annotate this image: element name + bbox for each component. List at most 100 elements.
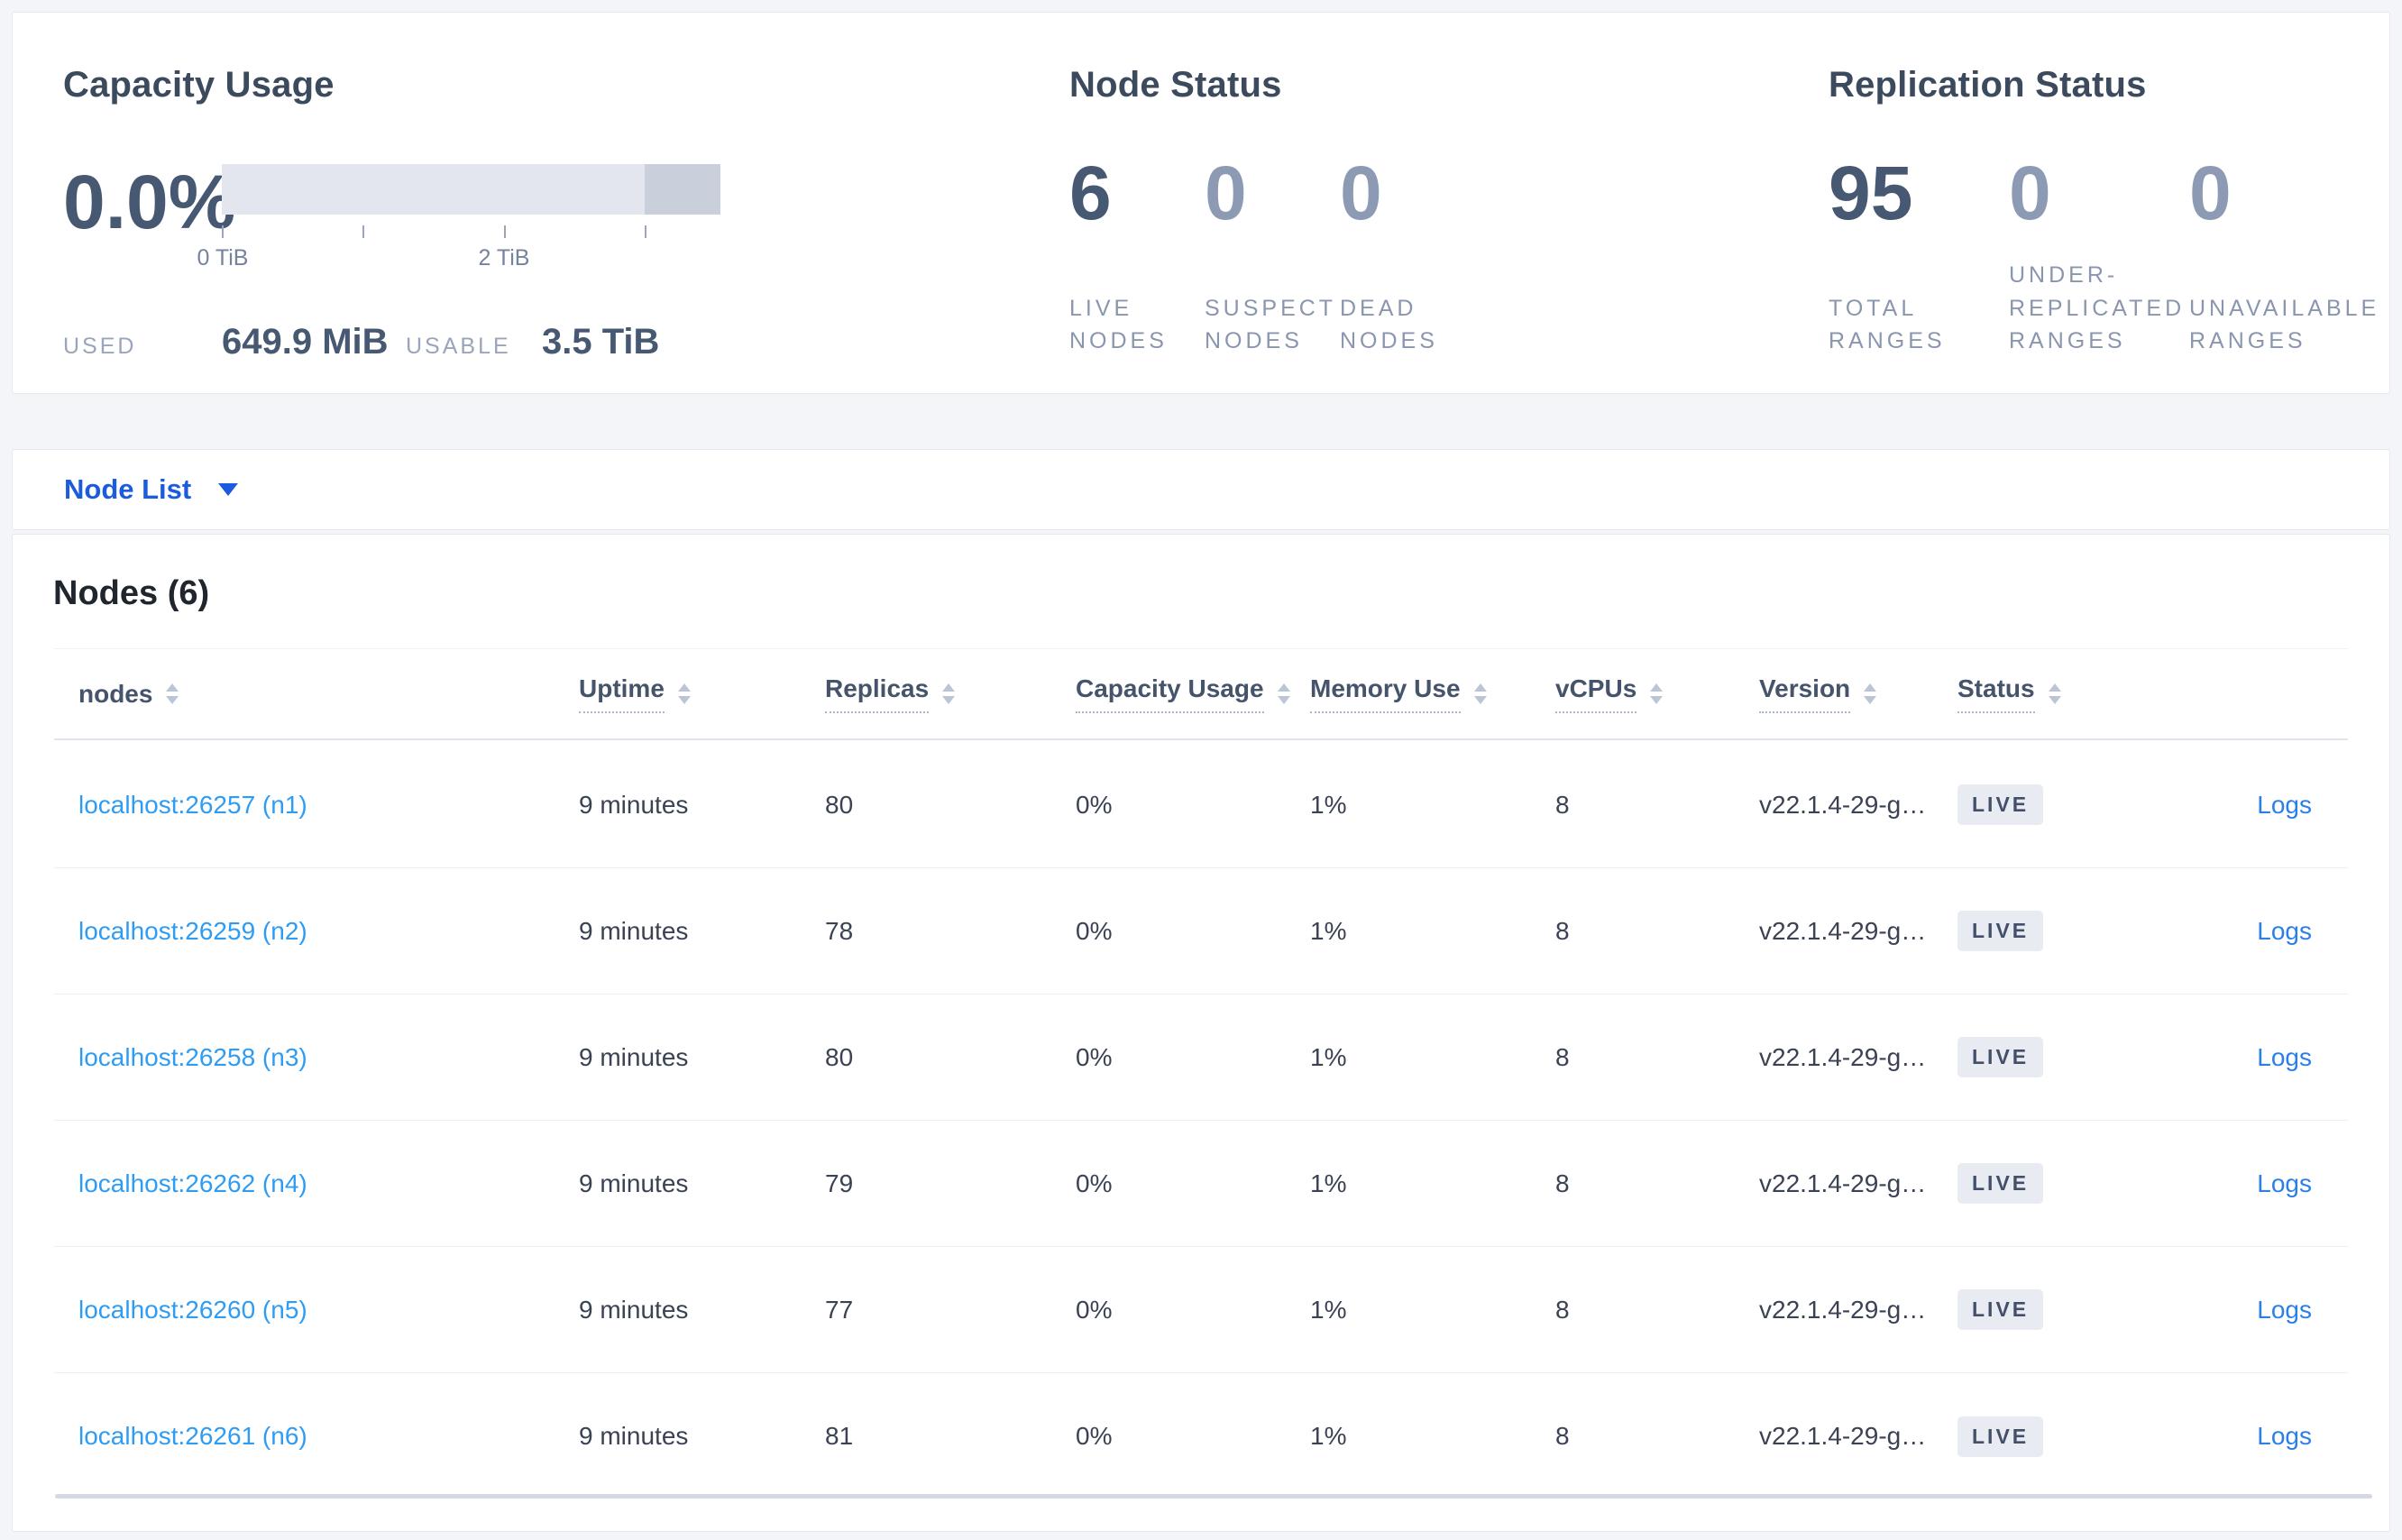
column-header-label: Capacity Usage [1076, 674, 1264, 713]
axis-tick [645, 225, 646, 238]
cell-capacity: 0% [1076, 1042, 1113, 1071]
nodes-table-body: localhost:26257 (n1) 9 minutes 80 0% 1% 8 v22.… [54, 742, 2348, 1499]
chevron-down-icon [218, 483, 239, 496]
column-header-Capacity Usage[interactable]: Capacity Usage [1076, 674, 1310, 713]
node-link[interactable]: localhost:26261 (n6) [78, 1422, 579, 1451]
cell-uptime: 9 minutes [579, 916, 689, 945]
cell-logs: Logs [2257, 1043, 2312, 1072]
sort-arrows-icon[interactable] [677, 683, 691, 704]
node-link[interactable]: localhost:26258 (n3) [78, 1043, 579, 1072]
capacity-axis-labels: 0 TiB 2 TiB [197, 245, 720, 272]
cell-version: v22.1.4-29-g… [1759, 916, 1927, 945]
cell-vcpus: 8 [1555, 790, 1570, 819]
table-row: localhost:26261 (n6) 9 minutes 81 0% 1% 8 v22.… [54, 1373, 2348, 1499]
stat-label: TOTAL RANGES [1829, 295, 1946, 353]
node-link[interactable]: localhost:26260 (n5) [78, 1296, 579, 1325]
status-badge: LIVE [1957, 911, 2044, 951]
logs-link[interactable]: Logs [2257, 1422, 2312, 1450]
node-link[interactable]: localhost:26259 (n2) [78, 917, 579, 946]
node-link[interactable]: localhost:26257 (n1) [78, 791, 579, 820]
logs-link[interactable]: Logs [2257, 1043, 2312, 1071]
sort-down-icon [677, 696, 691, 704]
sort-arrows-icon[interactable] [166, 683, 179, 704]
column-header-Status[interactable]: Status [1957, 674, 2165, 713]
stat-label: LIVE NODES [1069, 295, 1168, 353]
stat-value: 6 [1069, 151, 1112, 235]
sort-arrows-icon[interactable] [1864, 683, 1877, 704]
sort-up-icon [942, 683, 956, 692]
replication-status-section: Replication Status 95 0 0 TOTAL RANGES UNDER-… [1829, 13, 2388, 393]
stat-value: 0 [1340, 151, 1382, 235]
status-badge: LIVE [1957, 1416, 2044, 1457]
cell-logs: Logs [2257, 1296, 2312, 1325]
column-header-Version[interactable]: Version [1759, 674, 1957, 713]
cell-memory: 1% [1310, 1169, 1347, 1197]
logs-link[interactable]: Logs [2257, 1296, 2312, 1324]
sort-down-icon [1650, 696, 1664, 704]
axis-tick [504, 225, 506, 238]
column-header-label: Version [1759, 674, 1851, 713]
table-row: localhost:26257 (n1) 9 minutes 80 0% 1% 8 v22.… [54, 742, 2348, 868]
column-header-label: Replicas [825, 674, 930, 713]
column-header-vCPUs[interactable]: vCPUs [1555, 674, 1759, 713]
stat-value: 0 [2009, 151, 2051, 235]
cell-version: v22.1.4-29-g… [1759, 1042, 1927, 1071]
sort-arrows-icon[interactable] [1473, 683, 1487, 704]
table-row: localhost:26262 (n4) 9 minutes 79 0% 1% 8 v22.… [54, 1121, 2348, 1247]
cell-capacity: 0% [1076, 1169, 1113, 1197]
column-header-label: vCPUs [1555, 674, 1637, 713]
cluster-summary-card: Capacity Usage 0.0% 0 TiB 2 TiB USED 649… [12, 12, 2390, 394]
column-header-Memory Use[interactable]: Memory Use [1310, 674, 1555, 713]
sort-down-icon [166, 696, 179, 704]
axis-tick [222, 225, 224, 238]
stat-label-slot: DEAD NODES [1340, 292, 1475, 358]
cell-status: LIVE [1957, 1289, 2165, 1330]
sort-arrows-icon[interactable] [942, 683, 956, 704]
axis-label-2tib: 2 TiB [478, 245, 530, 270]
logs-link[interactable]: Logs [2257, 1169, 2312, 1197]
logs-link[interactable]: Logs [2257, 791, 2312, 819]
sort-up-icon [677, 683, 691, 692]
cell-replicas: 81 [825, 1422, 854, 1450]
cell-vcpus: 8 [1555, 1295, 1570, 1324]
sort-arrows-icon[interactable] [2048, 683, 2061, 704]
cell-logs: Logs [2257, 1169, 2312, 1198]
capacity-used-usable-row: USED 649.9 MiB USABLE 3.5 TiB [63, 322, 659, 362]
sort-down-icon [2048, 696, 2061, 704]
table-row: localhost:26259 (n2) 9 minutes 78 0% 1% 8 v22.… [54, 868, 2348, 995]
cell-vcpus: 8 [1555, 1042, 1570, 1071]
column-header-Replicas[interactable]: Replicas [825, 674, 1076, 713]
cell-memory: 1% [1310, 1422, 1347, 1450]
horizontal-scrollbar[interactable] [55, 1494, 2372, 1499]
stat-label-slot: TOTAL RANGES [1829, 292, 2009, 358]
cell-status: LIVE [1957, 1416, 2165, 1457]
view-selector-bar: Node List [12, 449, 2390, 530]
view-selector-dropdown[interactable]: Node List [64, 450, 239, 529]
cell-uptime: 9 minutes [579, 790, 689, 819]
stat-label: DEAD NODES [1340, 295, 1438, 353]
logs-link[interactable]: Logs [2257, 917, 2312, 945]
sort-arrows-icon[interactable] [1277, 683, 1290, 704]
node-link[interactable]: localhost:26262 (n4) [78, 1169, 579, 1198]
capacity-axis-ticks [222, 225, 720, 238]
sort-arrows-icon[interactable] [1650, 683, 1664, 704]
column-header-Uptime[interactable]: Uptime [579, 674, 825, 713]
stat-value: 95 [1829, 151, 1913, 235]
stat-label-slot: LIVE NODES [1069, 292, 1205, 358]
capacity-bar-dark-segment [645, 164, 720, 215]
cell-version: v22.1.4-29-g… [1759, 1422, 1927, 1450]
column-header-nodes[interactable]: nodes [78, 680, 579, 709]
status-badge: LIVE [1957, 784, 2044, 825]
capacity-percent-value: 0.0% [63, 160, 236, 244]
usable-label: USABLE [406, 334, 511, 359]
column-header-label: Memory Use [1310, 674, 1461, 713]
cell-replicas: 77 [825, 1295, 854, 1324]
cell-uptime: 9 minutes [579, 1042, 689, 1071]
cell-memory: 1% [1310, 790, 1347, 819]
cell-vcpus: 8 [1555, 1422, 1570, 1450]
stat-label: UNDER-REPLICATED RANGES [2009, 262, 2186, 353]
cell-version: v22.1.4-29-g… [1759, 1169, 1927, 1197]
sort-up-icon [166, 683, 179, 692]
cell-capacity: 0% [1076, 916, 1113, 945]
cell-replicas: 79 [825, 1169, 854, 1197]
